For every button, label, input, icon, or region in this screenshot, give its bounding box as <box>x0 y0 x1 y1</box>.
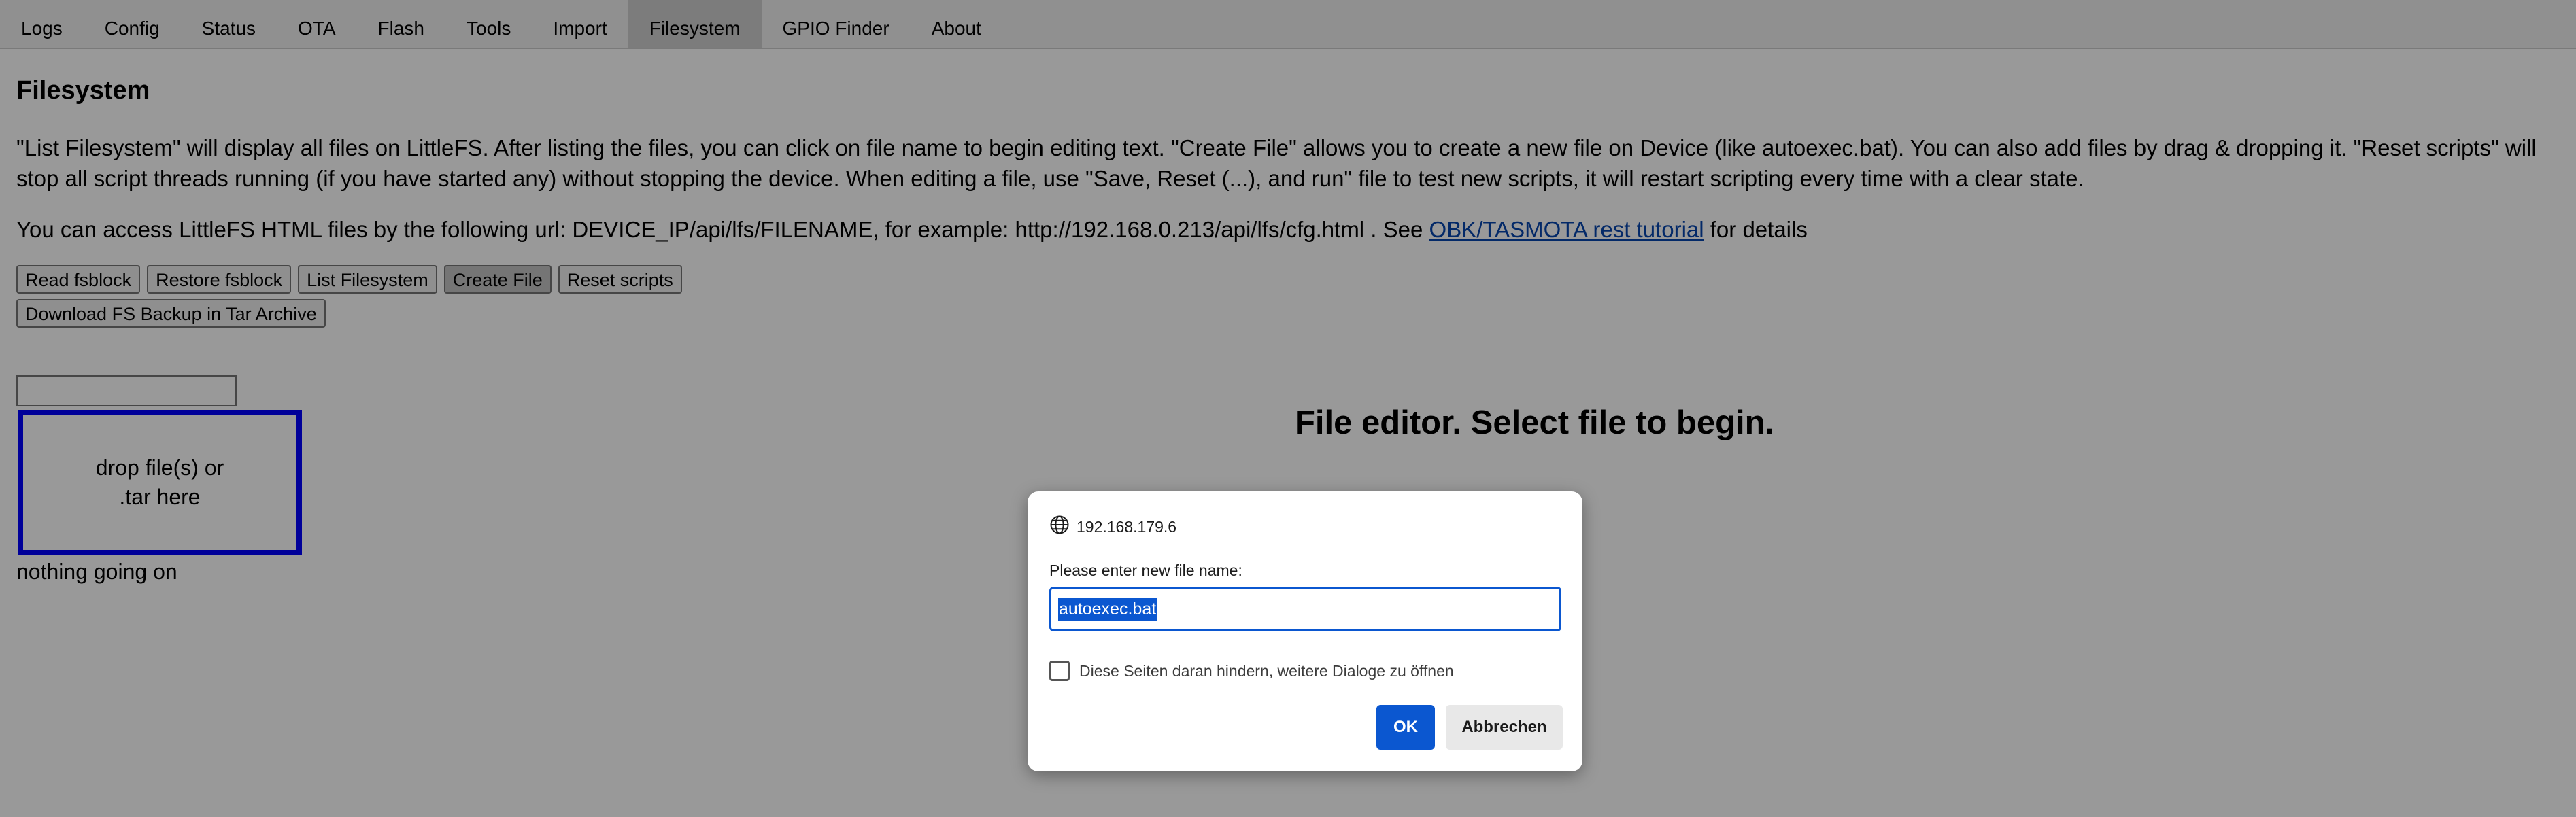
ok-button[interactable]: OK <box>1376 705 1435 750</box>
dialog-prompt: Please enter new file name: <box>1049 561 1242 579</box>
globe-icon <box>1049 515 1070 539</box>
dialog-origin: 192.168.179.6 <box>1049 515 1176 539</box>
prompt-dialog: 192.168.179.6 Please enter new file name… <box>1028 491 1582 771</box>
suppress-dialogs-checkbox[interactable] <box>1049 661 1070 681</box>
suppress-dialogs-label: Diese Seiten daran hindern, weitere Dial… <box>1079 661 1454 680</box>
dialog-origin-text: 192.168.179.6 <box>1077 517 1177 536</box>
suppress-dialogs-option[interactable]: Diese Seiten daran hindern, weitere Dial… <box>1049 661 1454 681</box>
cancel-button[interactable]: Abbrechen <box>1446 705 1563 750</box>
new-file-name-input[interactable]: autoexec.bat <box>1049 587 1561 631</box>
new-file-name-value: autoexec.bat <box>1058 597 1157 621</box>
